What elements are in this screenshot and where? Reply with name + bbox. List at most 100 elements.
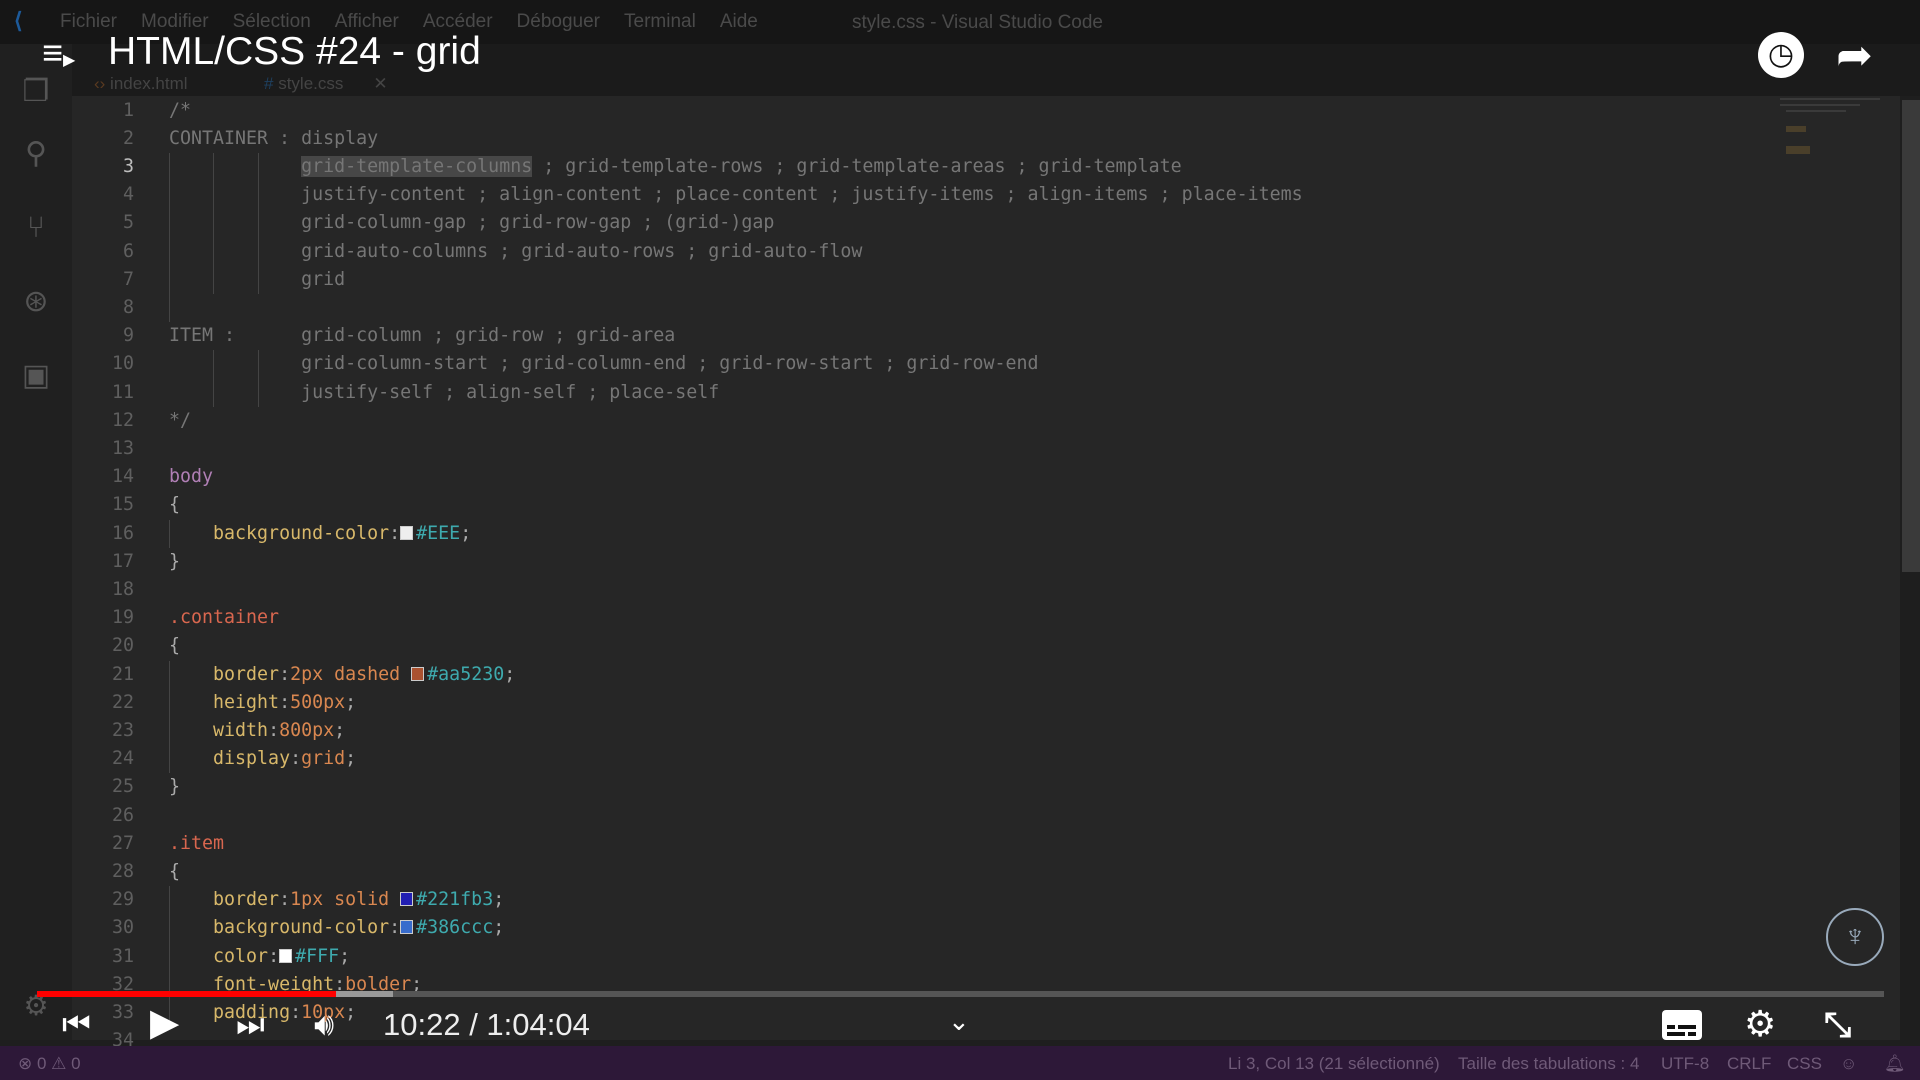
color-swatch[interactable] — [279, 948, 293, 963]
code-line[interactable]: 13 — [72, 435, 1772, 463]
code-line[interactable]: 22 height:500px; — [72, 689, 1772, 717]
punctuation: } — [169, 550, 181, 572]
indent-guide — [169, 519, 170, 548]
encoding[interactable]: UTF-8 — [1661, 1054, 1709, 1074]
tab-label: style.css — [278, 74, 344, 93]
line-number: 4 — [122, 184, 134, 206]
share-icon[interactable]: ➦ — [1836, 34, 1873, 78]
property-name: background-color — [213, 522, 390, 544]
line-number: 18 — [111, 578, 134, 600]
property-value: 2px dashed — [290, 663, 412, 685]
code-line[interactable]: 1 /* — [72, 97, 1772, 125]
punctuation — [169, 692, 213, 713]
tab-index-html[interactable]: ‹› index.html — [94, 74, 188, 94]
line-code: background-color: #386ccc; — [169, 914, 504, 942]
explorer-icon[interactable]: ❐ — [18, 74, 54, 110]
punctuation — [169, 664, 213, 685]
color-swatch[interactable] — [400, 892, 414, 907]
chevron-down-icon[interactable]: ⌄ — [948, 1008, 970, 1034]
code-line[interactable]: 5 grid-column-gap ; grid-row-gap ; (grid… — [72, 209, 1772, 237]
code-editor[interactable]: 1 /* 2 CONTAINER : display 3 grid-template-c… — [72, 96, 1900, 1051]
code-line[interactable]: 7 grid — [72, 266, 1772, 294]
punctuation: : — [290, 1001, 302, 1023]
comment: grid-auto-columns ; grid-auto-rows ; gri… — [169, 240, 863, 262]
line-number: 25 — [111, 776, 134, 798]
video-title[interactable]: HTML/CSS #24 - grid — [108, 32, 481, 72]
extensions-icon[interactable]: ▣ — [18, 358, 54, 394]
code-line[interactable]: 15 { — [72, 491, 1772, 519]
code-line[interactable]: 12 */ — [72, 407, 1772, 435]
code-line[interactable]: 10 grid-column-start ; grid-column-end ;… — [72, 350, 1772, 378]
code-line[interactable]: 28 { — [72, 858, 1772, 886]
line-number: 31 — [111, 945, 134, 967]
tab-style-css[interactable]: # style.css ✕ — [264, 74, 388, 94]
code-line[interactable]: 8 — [72, 294, 1772, 322]
comment: grid-column-start ; grid-column-end ; gr… — [169, 353, 1039, 375]
debug-icon[interactable]: ⊛ — [18, 284, 54, 320]
code-line[interactable]: 31 color: #FFF; — [72, 943, 1772, 971]
language-mode[interactable]: CSS — [1787, 1054, 1822, 1074]
video-progress-bar[interactable] — [37, 991, 1884, 997]
volume-icon[interactable]: 🔊︎ — [314, 1008, 334, 1040]
playlist-icon[interactable]: ≡▶ — [42, 35, 75, 76]
play-icon[interactable]: ▶ — [150, 1004, 179, 1042]
code-line[interactable]: 6 grid-auto-columns ; grid-auto-rows ; g… — [72, 238, 1772, 266]
previous-icon[interactable]: ⏮︎ — [62, 1008, 91, 1040]
code-line[interactable]: 9 ITEM : grid-column ; grid-row ; grid-ar… — [72, 322, 1772, 350]
code-line[interactable]: 24 display:grid; — [72, 745, 1772, 773]
errors-indicator[interactable]: ⊗ 0 ⚠ 0 — [18, 1054, 81, 1074]
code-line[interactable]: 20 { — [72, 632, 1772, 660]
line-number: 6 — [122, 240, 134, 262]
line-number: 13 — [111, 437, 134, 459]
subtitles-icon[interactable] — [1662, 1010, 1702, 1040]
indent-guide — [258, 152, 259, 294]
search-icon[interactable]: ⚲ — [18, 136, 54, 172]
close-tab-icon[interactable]: ✕ — [373, 74, 387, 93]
line-code: { — [169, 491, 180, 519]
code-line[interactable]: 26 — [72, 802, 1772, 830]
channel-watermark-logo[interactable]: ♆ — [1826, 908, 1884, 966]
property-name: display — [213, 748, 291, 770]
exit-fullscreen-icon[interactable]: ⤡ — [1824, 1008, 1851, 1042]
watch-later-clock-icon[interactable]: ◷ — [1758, 32, 1804, 78]
code-line[interactable]: 25} — [72, 773, 1772, 801]
code-line[interactable]: 17} — [72, 548, 1772, 576]
punctuation: ; — [339, 945, 351, 967]
code-line[interactable]: 3 grid-template-columns ; grid-template-… — [72, 153, 1772, 181]
cursor-position[interactable]: Li 3, Col 13 (21 sélectionné) — [1228, 1054, 1440, 1074]
code-line[interactable]: 23 width:800px; — [72, 717, 1772, 745]
menu-aide[interactable]: Aide — [720, 11, 758, 33]
code-line[interactable]: 30 background-color: #386ccc; — [72, 914, 1772, 942]
code-line[interactable]: 19 .container — [72, 604, 1772, 632]
line-number: 26 — [111, 804, 134, 826]
punctuation — [169, 889, 213, 910]
code-line[interactable]: 2 CONTAINER : display — [72, 125, 1772, 153]
code-line[interactable]: 4 justify-content ; align-content ; plac… — [72, 181, 1772, 209]
menu-deboguer[interactable]: Déboguer — [517, 11, 600, 33]
code-line[interactable]: 14 body — [72, 463, 1772, 491]
code-line[interactable]: 29 border:1px solid #221fb3; — [72, 886, 1772, 914]
menu-terminal[interactable]: Terminal — [624, 11, 696, 33]
code-line[interactable]: 16 background-color: #EEE; — [72, 520, 1772, 548]
line-code: justify-self ; align-self ; place-self — [169, 379, 719, 407]
feedback-smiley-icon[interactable]: ☺ — [1840, 1054, 1857, 1074]
minimap[interactable] — [1780, 96, 1890, 176]
notifications-bell-icon[interactable]: 🔔︎ — [1884, 1054, 1906, 1074]
code-line[interactable]: 18 — [72, 576, 1772, 604]
next-icon[interactable]: ⏭︎ — [236, 1008, 265, 1040]
code-line[interactable]: 27 .item — [72, 830, 1772, 858]
code-line[interactable]: 11 justify-self ; align-self ; place-sel… — [72, 379, 1772, 407]
line-code: width:800px; — [169, 717, 345, 745]
line-number: 9 — [122, 325, 134, 347]
line-number: 28 — [111, 860, 134, 882]
line-ending[interactable]: CRLF — [1727, 1054, 1771, 1074]
color-swatch[interactable] — [400, 525, 414, 540]
vertical-scrollbar[interactable] — [1902, 100, 1920, 572]
color-swatch[interactable] — [400, 920, 414, 935]
settings-gear-icon[interactable]: ⚙ — [1744, 1006, 1776, 1042]
line-code: .item — [169, 830, 224, 858]
color-swatch[interactable] — [411, 666, 425, 681]
source-control-icon[interactable]: ⑂ — [18, 210, 54, 246]
tab-size[interactable]: Taille des tabulations : 4 — [1458, 1054, 1639, 1074]
code-line[interactable]: 21 border:2px dashed #aa5230; — [72, 661, 1772, 689]
